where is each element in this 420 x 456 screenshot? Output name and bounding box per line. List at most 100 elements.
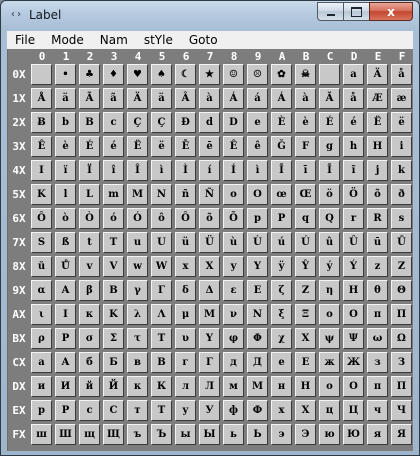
- char-cell[interactable]: î: [103, 160, 124, 181]
- char-cell[interactable]: ♥: [127, 64, 148, 85]
- char-cell[interactable]: η: [319, 280, 340, 301]
- char-cell[interactable]: Щ: [103, 424, 124, 445]
- char-cell[interactable]: u: [127, 232, 148, 253]
- char-cell[interactable]: φ: [223, 328, 244, 349]
- char-cell[interactable]: é: [343, 112, 364, 133]
- char-cell[interactable]: V: [103, 256, 124, 277]
- char-cell[interactable]: Â: [175, 88, 196, 109]
- char-cell[interactable]: ц: [319, 400, 340, 421]
- title-bar[interactable]: ‹› Label x: [1, 1, 419, 31]
- char-cell[interactable]: É: [319, 112, 340, 133]
- char-cell[interactable]: ô: [151, 208, 172, 229]
- char-cell[interactable]: Ô: [31, 208, 52, 229]
- char-cell[interactable]: ÿ: [271, 256, 292, 277]
- char-cell[interactable]: Ì: [175, 160, 196, 181]
- char-cell[interactable]: у: [175, 400, 196, 421]
- char-cell[interactable]: K: [31, 184, 52, 205]
- char-cell[interactable]: δ: [175, 280, 196, 301]
- char-cell[interactable]: Ă: [319, 88, 340, 109]
- char-cell[interactable]: ð: [391, 184, 412, 205]
- char-cell[interactable]: Т: [151, 400, 172, 421]
- char-cell[interactable]: s: [391, 208, 412, 229]
- char-cell[interactable]: ü: [175, 232, 196, 253]
- char-cell[interactable]: с: [79, 400, 100, 421]
- char-cell[interactable]: ☠: [295, 64, 316, 85]
- char-cell[interactable]: β: [79, 280, 100, 301]
- char-cell[interactable]: õ: [199, 208, 220, 229]
- char-cell[interactable]: и: [31, 376, 52, 397]
- char-cell[interactable]: ò: [55, 208, 76, 229]
- char-cell[interactable]: O: [343, 304, 364, 325]
- char-cell[interactable]: í: [199, 160, 220, 181]
- char-cell[interactable]: Z: [391, 256, 412, 277]
- char-cell[interactable]: г: [175, 352, 196, 373]
- char-cell[interactable]: б: [79, 352, 100, 373]
- char-cell[interactable]: ч: [367, 400, 388, 421]
- char-cell[interactable]: D: [223, 112, 244, 133]
- char-cell[interactable]: λ: [127, 304, 148, 325]
- char-cell[interactable]: Ů: [55, 256, 76, 277]
- char-cell[interactable]: E: [247, 280, 268, 301]
- char-cell[interactable]: t: [79, 232, 100, 253]
- char-cell[interactable]: ä: [151, 88, 172, 109]
- char-cell[interactable]: Π: [391, 304, 412, 325]
- char-cell[interactable]: ë: [151, 136, 172, 157]
- char-cell[interactable]: Ï: [79, 160, 100, 181]
- char-cell[interactable]: ρ: [31, 328, 52, 349]
- char-cell[interactable]: z: [367, 256, 388, 277]
- char-cell[interactable]: m: [103, 184, 124, 205]
- char-cell[interactable]: ψ: [319, 328, 340, 349]
- char-cell[interactable]: w: [127, 256, 148, 277]
- char-cell[interactable]: H: [367, 136, 388, 157]
- char-cell[interactable]: ē: [199, 136, 220, 157]
- char-cell[interactable]: Ñ: [199, 184, 220, 205]
- char-cell[interactable]: c: [103, 112, 124, 133]
- char-cell[interactable]: L: [79, 184, 100, 205]
- char-cell[interactable]: ☾: [175, 64, 196, 85]
- char-cell[interactable]: Ч: [391, 400, 412, 421]
- char-cell[interactable]: ♣: [79, 64, 100, 85]
- char-cell[interactable]: χ: [271, 328, 292, 349]
- char-cell[interactable]: T: [103, 232, 124, 253]
- char-cell[interactable]: ω: [367, 328, 388, 349]
- char-cell[interactable]: У: [199, 400, 220, 421]
- char-cell[interactable]: è: [295, 112, 316, 133]
- char-cell[interactable]: Ç: [127, 112, 148, 133]
- char-cell[interactable]: A: [55, 280, 76, 301]
- char-cell[interactable]: È: [271, 112, 292, 133]
- char-cell[interactable]: М: [247, 376, 268, 397]
- char-cell[interactable]: Ж: [343, 352, 364, 373]
- char-cell[interactable]: Í: [223, 160, 244, 181]
- char-cell[interactable]: Ê: [223, 136, 244, 157]
- char-cell[interactable]: Φ: [247, 328, 268, 349]
- char-cell[interactable]: О: [343, 376, 364, 397]
- menu-file[interactable]: File: [7, 31, 43, 49]
- char-cell[interactable]: Υ: [199, 328, 220, 349]
- char-cell[interactable]: ĩ: [343, 160, 364, 181]
- char-cell[interactable]: в: [127, 352, 148, 373]
- char-cell[interactable]: O: [247, 184, 268, 205]
- char-cell[interactable]: N: [151, 184, 172, 205]
- char-cell[interactable]: Б: [103, 352, 124, 373]
- menu-nam[interactable]: Nam: [92, 31, 136, 49]
- char-cell[interactable]: p: [247, 208, 268, 229]
- char-cell[interactable]: Á: [223, 88, 244, 109]
- char-cell[interactable]: З: [391, 352, 412, 373]
- char-cell[interactable]: Æ: [367, 88, 388, 109]
- char-cell[interactable]: à: [295, 88, 316, 109]
- char-cell[interactable]: ξ: [271, 304, 292, 325]
- char-cell[interactable]: Ó: [127, 208, 148, 229]
- char-cell[interactable]: ★: [199, 64, 220, 85]
- char-cell[interactable]: Đ: [175, 112, 196, 133]
- char-cell[interactable]: ý: [319, 256, 340, 277]
- char-cell[interactable]: Û: [343, 232, 364, 253]
- char-cell[interactable]: Z: [295, 280, 316, 301]
- char-cell[interactable]: M: [199, 304, 220, 325]
- char-cell[interactable]: е: [271, 352, 292, 373]
- char-cell[interactable]: [319, 64, 340, 85]
- char-cell[interactable]: Ê: [31, 136, 52, 157]
- char-cell[interactable]: α: [31, 280, 52, 301]
- char-cell[interactable]: Х: [295, 400, 316, 421]
- char-cell[interactable]: й: [79, 376, 100, 397]
- char-cell[interactable]: U: [151, 232, 172, 253]
